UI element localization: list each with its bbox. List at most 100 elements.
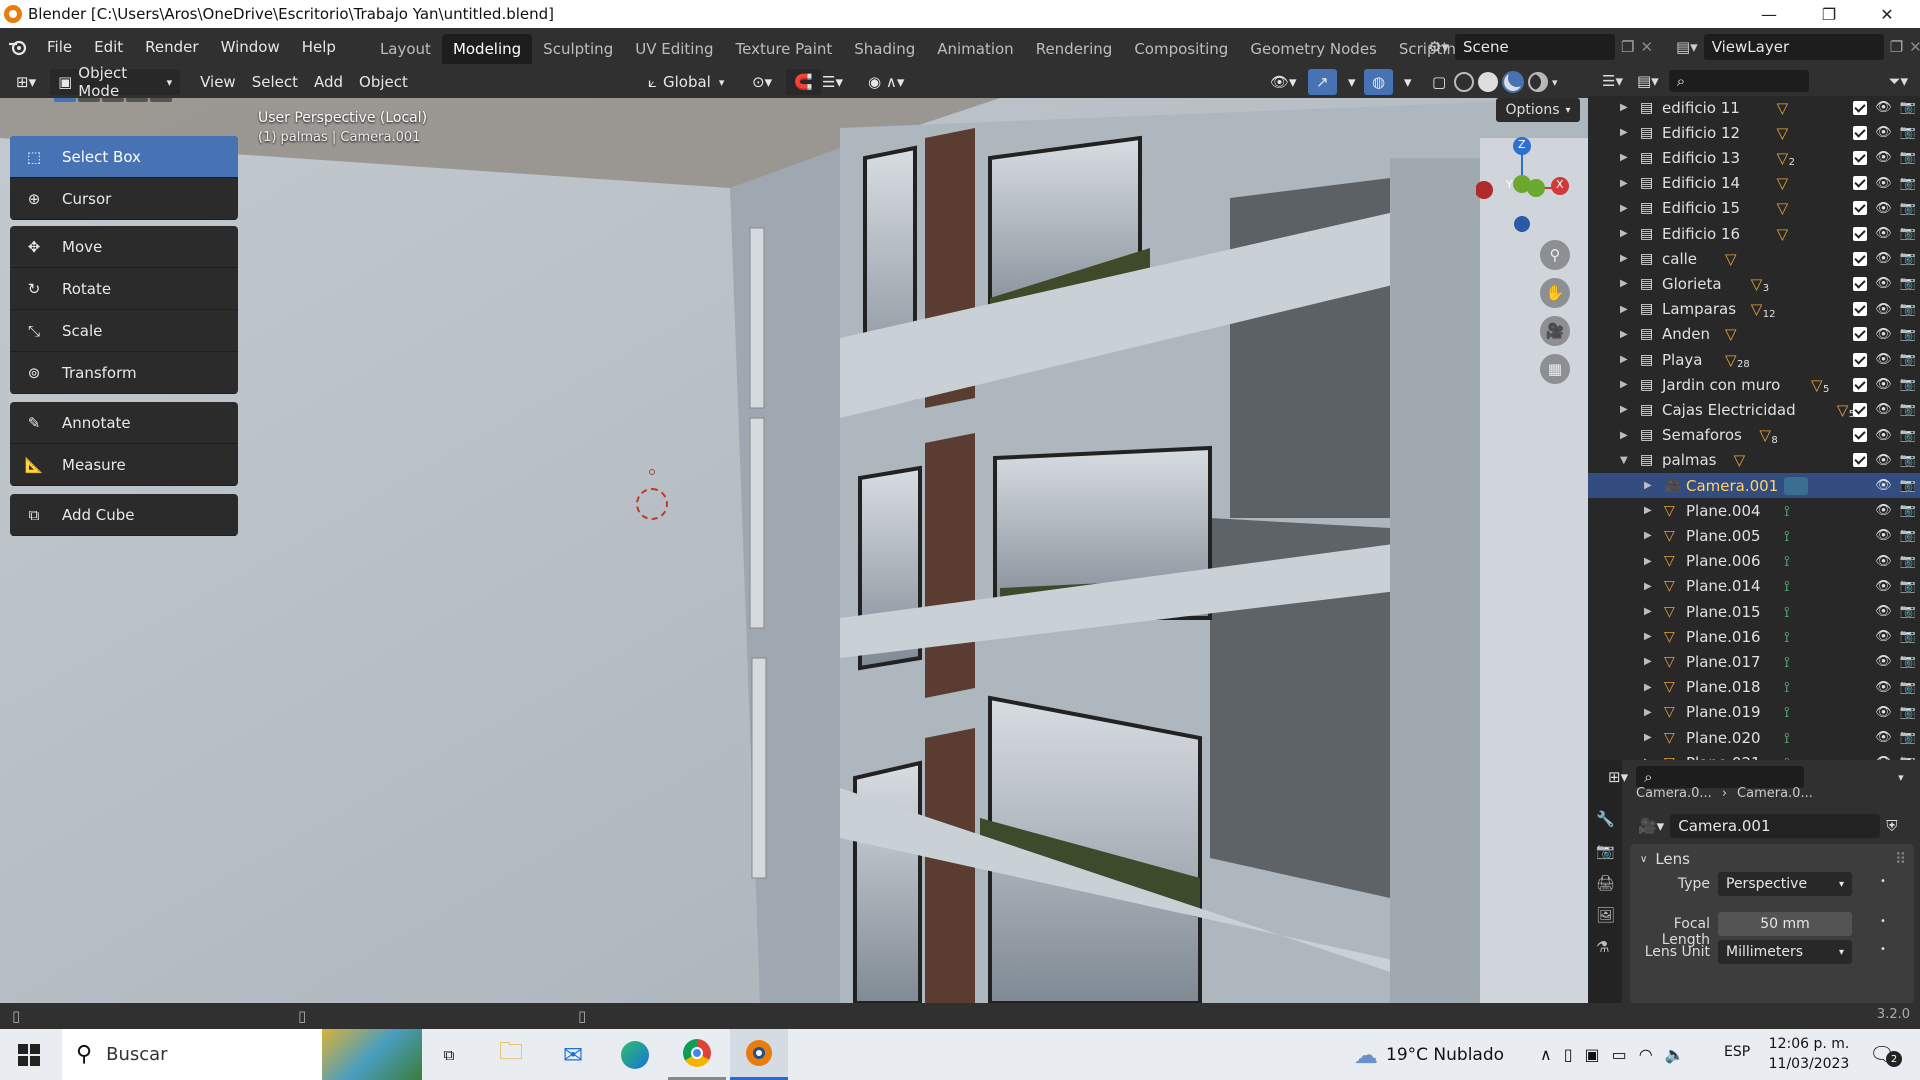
delete-view-layer-icon[interactable]: ✕ [1909,38,1920,56]
expand-arrow-icon[interactable]: ▶ [1620,329,1630,340]
expand-arrow-icon[interactable]: ▼ [1620,455,1630,466]
eye-icon[interactable]: 👁 [1875,654,1892,669]
render-camera-icon[interactable]: 📷 [1900,528,1916,543]
scene-icon[interactable]: ⚙▾ [1428,38,1449,56]
properties-search-input[interactable]: ⌕ [1636,766,1805,788]
expand-arrow-icon[interactable]: ▶ [1644,732,1654,743]
render-camera-icon[interactable]: 📷 [1900,579,1916,594]
eye-icon[interactable]: 👁 [1875,150,1892,165]
clock[interactable]: 12:06 p. m. 11/03/2023 [1768,1034,1850,1074]
task-view-icon[interactable]: ⧉ [420,1029,478,1080]
outliner-object-row[interactable]: ▶ ▽ Plane.006 ⟟ 👁 📷 [1588,549,1920,574]
render-camera-icon[interactable]: 📷 [1900,100,1916,115]
outliner-object-row[interactable]: ▶ ▽ Plane.005 ⟟ 👁 📷 [1588,523,1920,548]
minimize-button[interactable]: — [1740,0,1798,28]
chrome-browser-icon[interactable] [668,1029,726,1080]
select-invert-icon[interactable] [126,98,148,102]
expand-arrow-icon[interactable]: ▶ [1644,530,1654,541]
menu-select[interactable]: Select [244,69,306,95]
render-camera-icon[interactable]: 📷 [1900,201,1916,216]
render-camera-icon[interactable]: 📷 [1900,730,1916,745]
eye-icon[interactable]: 👁 [1875,428,1892,443]
close-button[interactable]: ✕ [1858,0,1916,28]
chevron-down-icon[interactable]: ▾ [1898,771,1904,784]
view-layer-tab-icon[interactable]: 🖼 [1596,906,1622,924]
edge-browser-icon[interactable] [606,1029,664,1080]
overlays-dropdown-icon[interactable]: ▾ [1396,69,1420,95]
eye-icon[interactable]: 👁 [1875,327,1892,342]
eye-icon[interactable]: 👁 [1875,176,1892,191]
outliner-collection-row[interactable]: ▶ ▤ Lamparas ▽ 12 👁 📷 [1588,297,1920,322]
mode-selector[interactable]: ▣ Object Mode ▾ [50,64,181,100]
render-camera-icon[interactable]: 📷 [1900,251,1916,266]
tab-compositing[interactable]: Compositing [1123,34,1239,64]
render-camera-icon[interactable]: 📷 [1900,654,1916,669]
tab-layout[interactable]: Layout [369,34,442,64]
tool-tab-icon[interactable]: 🔧 [1596,810,1622,828]
eye-icon[interactable]: 👁 [1875,125,1892,140]
new-scene-icon[interactable]: ❐ [1621,38,1634,56]
filter-icon[interactable]: ⏷▾ [1888,72,1908,90]
keyframe-dot-icon[interactable]: • [1880,876,1886,887]
gizmo-toggle-icon[interactable]: ↗ [1308,69,1337,95]
outliner-object-row[interactable]: ▶ ▽ Plane.014 ⟟ 👁 📷 [1588,574,1920,599]
render-camera-icon[interactable]: 📷 [1900,680,1916,695]
xray-toggle-icon[interactable]: ▢ [1424,69,1454,95]
pan-hand-icon[interactable]: ✋ [1540,278,1570,308]
camera-view-icon[interactable]: 🎥 [1540,316,1570,346]
expand-arrow-icon[interactable]: ▶ [1620,178,1630,189]
exclude-checkbox[interactable] [1853,327,1868,342]
outliner-collection-row[interactable]: ▶ ▤ Edificio 12 ▽ 👁 📷 [1588,120,1920,145]
gizmo-dropdown-icon[interactable]: ▾ [1340,69,1364,95]
tab-modeling[interactable]: Modeling [441,34,533,64]
eye-icon[interactable]: 👁 [1875,629,1892,644]
menu-window[interactable]: Window [210,28,291,66]
camera-origin-icon[interactable] [649,469,655,475]
outliner-object-row[interactable]: ▶ ▽ Plane.017 ⟟ 👁 📷 [1588,649,1920,674]
outliner-collection-row[interactable]: ▶ ▤ Edificio 14 ▽ 👁 📷 [1588,171,1920,196]
expand-arrow-icon[interactable]: ▶ [1644,505,1654,516]
exclude-checkbox[interactable] [1853,453,1868,468]
select-new-icon[interactable] [54,98,76,102]
eye-icon[interactable]: 👁 [1875,201,1892,216]
outliner-collection-row[interactable]: ▶ ▤ Edificio 15 ▽ 👁 📷 [1588,196,1920,221]
expand-arrow-icon[interactable]: ▶ [1620,354,1630,365]
expand-arrow-icon[interactable]: ▶ [1620,102,1630,113]
eye-icon[interactable]: 👁 [1875,453,1892,468]
eye-icon[interactable]: 👁 [1875,377,1892,392]
lens-unit-select[interactable]: Millimeters ▾ [1718,940,1852,964]
menu-edit[interactable]: Edit [83,28,134,66]
eye-icon[interactable]: 👁 [1875,276,1892,291]
exclude-checkbox[interactable] [1853,377,1868,392]
file-explorer-icon[interactable]: 🗀 [482,1029,540,1080]
eye-icon[interactable]: 👁 [1875,579,1892,594]
expand-arrow-icon[interactable]: ▶ [1620,430,1630,441]
select-subtract-icon[interactable] [102,98,124,102]
expand-arrow-icon[interactable]: ▶ [1620,379,1630,390]
pivot-point-icon[interactable]: ⊙▾ [744,69,780,95]
expand-arrow-icon[interactable]: ▶ [1644,656,1654,667]
render-camera-icon[interactable]: 📷 [1900,453,1916,468]
overlays-toggle-icon[interactable]: ◍ [1364,69,1394,95]
exclude-checkbox[interactable] [1853,226,1868,241]
eye-icon[interactable]: 👁 [1875,100,1892,115]
navigation-gizmo[interactable]: Z Y X [1475,134,1588,244]
battery-icon[interactable]: ▭ [1612,1045,1627,1064]
output-tab-icon[interactable]: 🖨 [1596,874,1622,892]
outliner-collection-row[interactable]: ▶ ▤ Cajas Electricidad ▽ 5 👁 📷 [1588,397,1920,422]
menu-view[interactable]: View [192,69,244,95]
render-camera-icon[interactable]: 📷 [1900,327,1916,342]
tool-move[interactable]: ✥ Move [10,226,238,268]
camera-datablock-field[interactable]: Camera.001 [1670,814,1881,838]
expand-arrow-icon[interactable]: ▶ [1620,152,1630,163]
zoom-icon[interactable]: ⚲ [1540,240,1570,270]
tool-select-box[interactable]: ⬚ Select Box [10,136,238,178]
expand-arrow-icon[interactable]: ▶ [1620,127,1630,138]
render-camera-icon[interactable]: 📷 [1900,352,1916,367]
outliner-collection-row[interactable]: ▶ ▤ Edificio 16 ▽ 👁 📷 [1588,221,1920,246]
show-hidden-icons-chevron-icon[interactable]: ∧ [1540,1045,1552,1064]
focal-length-input[interactable]: 50 mm [1718,912,1852,936]
solid-shading-icon[interactable] [1478,72,1498,92]
expand-arrow-icon[interactable]: ▶ [1644,581,1654,592]
exclude-checkbox[interactable] [1853,201,1868,216]
